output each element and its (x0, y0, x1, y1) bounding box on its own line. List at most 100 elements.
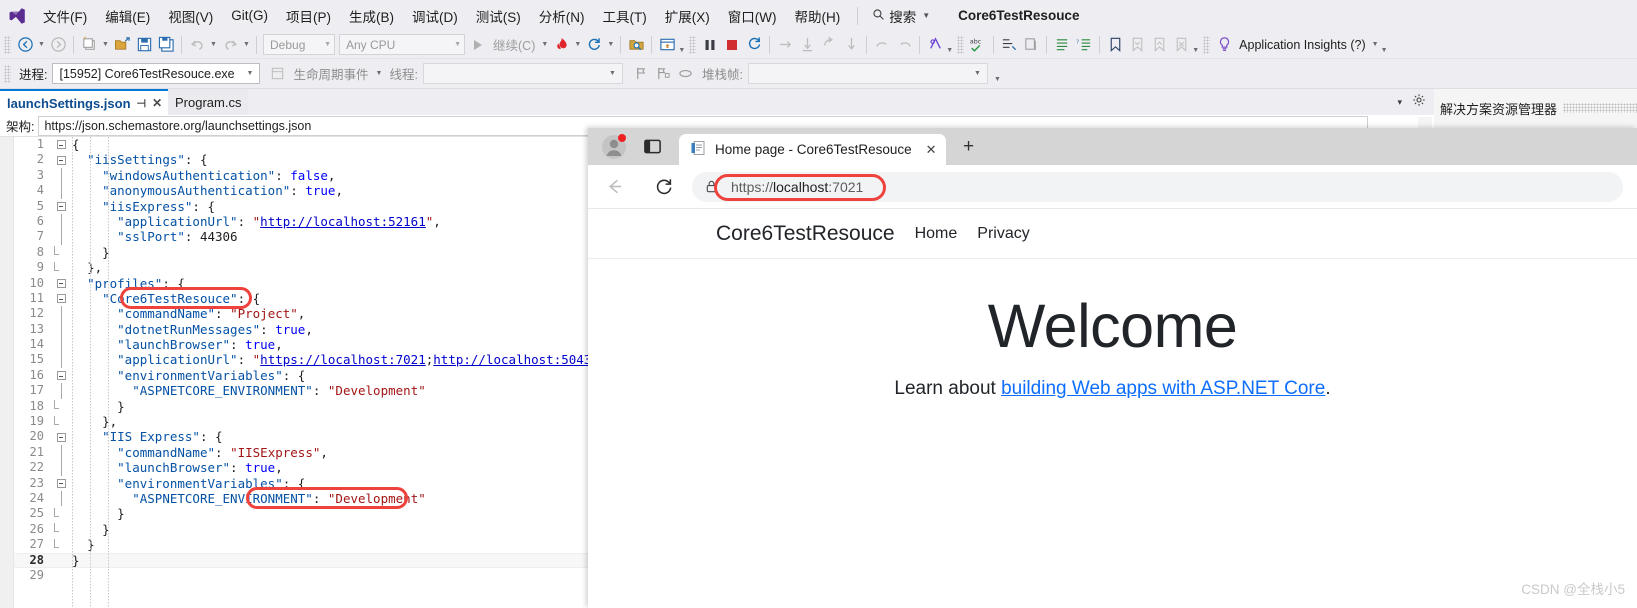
menu-analyze[interactable]: 分析(N) (530, 2, 594, 30)
toolbar-grip-2[interactable] (689, 35, 697, 54)
fold-collapse-icon[interactable] (56, 371, 66, 381)
aspnet-core-docs-link[interactable]: building Web apps with ASP.NET Core (1001, 378, 1325, 399)
fold-gutter[interactable] (50, 508, 72, 518)
layout-overflow-icon[interactable]: ▼ (678, 34, 685, 56)
gear-icon[interactable] (1412, 93, 1426, 112)
chevron-down-icon[interactable]: ▾ (1397, 97, 1402, 108)
save-all-icon[interactable] (155, 34, 177, 56)
application-insights-dropdown[interactable]: ▼ (1370, 34, 1381, 56)
fold-gutter[interactable] (50, 523, 72, 533)
fold-gutter[interactable] (50, 167, 72, 184)
fold-gutter[interactable] (50, 321, 72, 338)
continue-button-label[interactable]: 继续(C) (489, 35, 539, 54)
stop-square-icon[interactable] (721, 34, 743, 56)
fold-gutter[interactable] (50, 294, 72, 304)
stackframe-combo[interactable]: ▼ (747, 63, 988, 84)
back-arrow-icon[interactable] (598, 171, 630, 203)
redo-dropdown[interactable]: ▼ (241, 34, 252, 56)
fold-gutter[interactable] (50, 432, 72, 442)
hot-reload-flame-icon[interactable] (550, 34, 572, 56)
fold-collapse-icon[interactable] (56, 201, 66, 211)
menu-window[interactable]: 窗口(W) (719, 2, 786, 30)
chevron-down-icon[interactable]: ▼ (922, 11, 930, 20)
undo-dropdown[interactable]: ▼ (208, 34, 219, 56)
restart-circle-icon[interactable] (743, 34, 765, 56)
fold-collapse-icon[interactable] (56, 278, 66, 288)
continue-dropdown[interactable]: ▼ (539, 34, 550, 56)
menu-tools[interactable]: 工具(T) (594, 2, 656, 30)
spellcheck-abc-icon[interactable]: abc (967, 34, 989, 56)
restart-dropdown[interactable]: ▼ (605, 34, 616, 56)
browser-url-text[interactable]: https://localhost:7021 (731, 179, 863, 195)
thread-combo[interactable]: ▼ (422, 63, 623, 84)
attach-to-process-icon[interactable] (625, 34, 647, 56)
new-project-dropdown[interactable]: ▼ (100, 34, 111, 56)
menu-git[interactable]: Git(G) (222, 4, 277, 27)
menu-build[interactable]: 生成(B) (340, 2, 403, 30)
fold-gutter[interactable] (50, 201, 72, 211)
uncomment-icon[interactable] (1051, 34, 1073, 56)
pane-grip[interactable] (1563, 103, 1637, 113)
menu-help[interactable]: 帮助(H) (785, 2, 849, 30)
fold-gutter[interactable] (50, 155, 72, 165)
vs-search-box[interactable]: 搜索 ▼ (866, 4, 936, 28)
fold-collapse-icon[interactable] (56, 140, 66, 150)
indent-icon[interactable] (998, 34, 1020, 56)
fold-gutter[interactable] (50, 383, 72, 399)
navigate-back-dropdown[interactable]: ▼ (36, 34, 47, 56)
site-nav-privacy[interactable]: Privacy (977, 225, 1029, 243)
browser-address-bar[interactable]: https://localhost:7021 (692, 171, 1623, 202)
fold-gutter[interactable] (50, 261, 72, 271)
window-layout-icon[interactable] (656, 34, 678, 56)
comment-icon[interactable] (1020, 34, 1042, 56)
lock-icon[interactable] (704, 179, 719, 194)
restart-icon[interactable] (583, 34, 605, 56)
fold-gutter[interactable] (50, 400, 72, 410)
fold-gutter[interactable] (50, 460, 72, 476)
menu-file[interactable]: 文件(F) (34, 2, 96, 30)
fold-gutter[interactable] (50, 415, 72, 425)
close-icon[interactable]: ✕ (152, 96, 162, 110)
fold-gutter[interactable] (50, 538, 72, 548)
new-project-icon[interactable] (78, 34, 100, 56)
fold-collapse-icon[interactable] (56, 432, 66, 442)
close-icon[interactable]: ✕ (926, 142, 937, 158)
fold-gutter[interactable] (50, 229, 72, 245)
navigate-back-icon[interactable] (14, 34, 36, 56)
toolbar-grip-3[interactable] (957, 35, 965, 54)
browser-tab[interactable]: Home page - Core6TestResouce ✕ (679, 134, 946, 165)
menu-extensions[interactable]: 扩展(X) (656, 2, 719, 30)
fold-collapse-icon[interactable] (56, 155, 66, 165)
fold-gutter[interactable] (50, 490, 72, 507)
save-icon[interactable] (133, 34, 155, 56)
debugbar-grip[interactable] (4, 64, 11, 83)
fold-gutter[interactable] (50, 183, 72, 199)
hot-reload-dropdown[interactable]: ▼ (572, 34, 583, 56)
intellicode-icon[interactable] (924, 34, 946, 56)
pin-icon[interactable]: ⊣ (137, 97, 147, 110)
bookmarks-overflow-icon[interactable]: ▼ (1192, 34, 1199, 56)
fold-gutter[interactable] (50, 352, 72, 368)
open-folder-icon[interactable] (111, 34, 133, 56)
toolbar-overflow-icon[interactable]: ▼ (1381, 34, 1388, 56)
intellicode-overflow-icon[interactable]: ▼ (946, 34, 953, 56)
profile-avatar-icon[interactable] (599, 132, 629, 162)
pause-icon[interactable] (699, 34, 721, 56)
format-icon[interactable]: ? (1073, 34, 1095, 56)
debugbar-overflow-icon[interactable]: ▼ (994, 63, 1001, 85)
solution-explorer-header[interactable]: 解决方案资源管理器 (1434, 97, 1637, 119)
fold-gutter[interactable] (50, 213, 72, 230)
fold-collapse-icon[interactable] (56, 294, 66, 304)
menu-view[interactable]: 视图(V) (159, 2, 222, 30)
reload-icon[interactable] (648, 171, 680, 203)
browser-collections-icon[interactable] (637, 132, 667, 162)
tab-launchsettings-json[interactable]: launchSettings.json ⊣ ✕ (0, 89, 170, 115)
tab-program-cs[interactable]: Program.cs (168, 89, 249, 115)
configuration-combo[interactable]: Debug ▼ (263, 34, 335, 55)
lightbulb-icon[interactable] (1213, 34, 1235, 56)
site-nav-home[interactable]: Home (915, 225, 958, 243)
fold-gutter[interactable] (50, 278, 72, 288)
application-insights-label[interactable]: Application Insights (?) (1235, 38, 1369, 52)
bookmark-icon[interactable] (1104, 34, 1126, 56)
fold-gutter[interactable] (50, 306, 72, 322)
